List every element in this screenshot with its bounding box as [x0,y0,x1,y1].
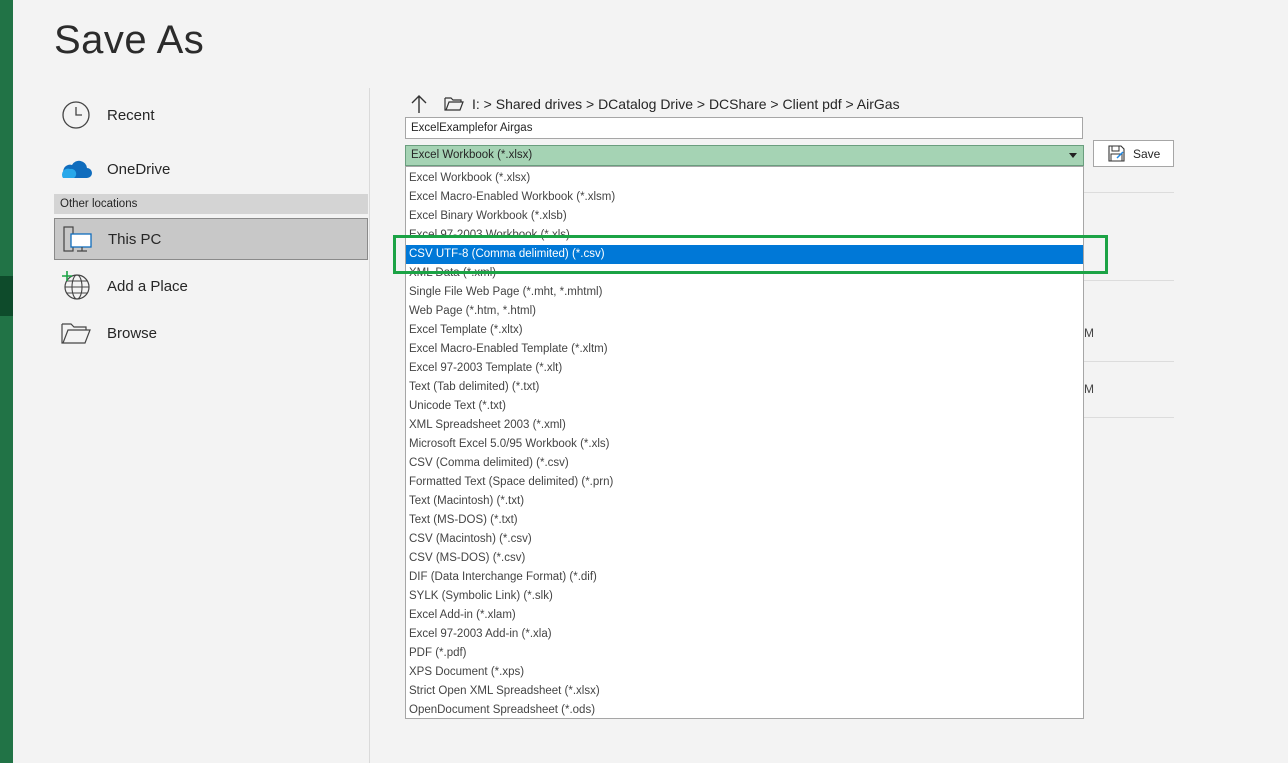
file-type-option[interactable]: DIF (Data Interchange Format) (*.dif) [406,568,1083,587]
breadcrumb-path[interactable]: I: > Shared drives > DCatalog Drive > DC… [472,96,900,112]
nav-item-browse[interactable]: Browse [54,312,368,354]
other-locations-heading: Other locations [54,194,368,214]
save-icon [1108,145,1125,162]
file-type-option[interactable]: Strict Open XML Spreadsheet (*.xlsx) [406,682,1083,701]
app-accent-strip [0,0,13,763]
file-type-option[interactable]: XPS Document (*.xps) [406,663,1083,682]
file-type-option[interactable]: Excel Binary Workbook (*.xlsb) [406,207,1083,226]
file-list-time-fragment: M [1084,382,1094,396]
file-type-option[interactable]: CSV UTF-8 (Comma delimited) (*.csv) [406,245,1083,264]
folder-open-icon [60,317,92,349]
file-list-time-fragment: M [1084,326,1094,340]
folder-icon [444,97,464,111]
page-title: Save As [54,18,205,62]
file-type-option[interactable]: OpenDocument Spreadsheet (*.ods) [406,701,1083,720]
file-type-option[interactable]: Excel Macro-Enabled Workbook (*.xlsm) [406,188,1083,207]
file-type-dropdown-list: Excel Workbook (*.xlsx) Excel Macro-Enabl… [405,166,1084,719]
file-type-option[interactable]: Excel 97-2003 Template (*.xlt) [406,359,1083,378]
file-list-divider [1084,417,1174,418]
file-type-option[interactable]: Excel Macro-Enabled Template (*.xltm) [406,340,1083,359]
file-type-option[interactable]: CSV (Comma delimited) (*.csv) [406,454,1083,473]
file-type-option[interactable]: Excel 97-2003 Add-in (*.xla) [406,625,1083,644]
file-type-option[interactable]: Excel Template (*.xltx) [406,321,1083,340]
file-type-option[interactable]: Web Page (*.htm, *.html) [406,302,1083,321]
chevron-down-icon[interactable] [1069,153,1077,158]
nav-label-onedrive: OneDrive [107,160,171,178]
file-type-option[interactable]: Excel 97-2003 Workbook (*.xls) [406,226,1083,245]
file-type-option[interactable]: CSV (Macintosh) (*.csv) [406,530,1083,549]
computer-icon [61,223,93,255]
nav-label-recent: Recent [107,106,155,124]
file-type-option[interactable]: Excel Workbook (*.xlsx) [406,169,1083,188]
file-type-option[interactable]: Single File Web Page (*.mht, *.mhtml) [406,283,1083,302]
file-type-option[interactable]: Text (Macintosh) (*.txt) [406,492,1083,511]
nav-label-browse: Browse [107,324,158,342]
filename-input[interactable]: ExcelExamplefor Airgas [405,117,1083,139]
file-type-option[interactable]: XML Data (*.xml) [406,264,1083,283]
file-type-option[interactable]: Text (MS-DOS) (*.txt) [406,511,1083,530]
save-button-label: Save [1133,146,1161,161]
nav-label-this-pc: This PC [108,230,162,248]
nav-label-add-place: Add a Place [107,277,188,295]
file-type-option[interactable]: Unicode Text (*.txt) [406,397,1083,416]
backstage-nav-selected-indicator [0,276,13,316]
nav-item-onedrive[interactable]: OneDrive [54,148,368,190]
file-type-option[interactable]: XML Spreadsheet 2003 (*.xml) [406,416,1083,435]
file-type-option[interactable]: Text (Tab delimited) (*.txt) [406,378,1083,397]
file-list-divider [1084,361,1174,362]
file-type-select[interactable]: Excel Workbook (*.xlsx) [405,145,1084,166]
file-type-option[interactable]: Excel Add-in (*.xlam) [406,606,1083,625]
file-type-option[interactable]: Formatted Text (Space delimited) (*.prn) [406,473,1083,492]
pane-divider [369,88,370,763]
file-type-selected: Excel Workbook (*.xlsx) [411,149,533,161]
file-type-option[interactable]: Microsoft Excel 5.0/95 Workbook (*.xls) [406,435,1083,454]
globe-add-icon [60,270,92,302]
cloud-icon [60,153,92,185]
file-type-option[interactable]: SYLK (Symbolic Link) (*.slk) [406,587,1083,606]
nav-item-add-place[interactable]: Add a Place [54,265,368,307]
file-type-option[interactable]: CSV (MS-DOS) (*.csv) [406,549,1083,568]
clock-icon [60,99,92,131]
arrow-up-icon[interactable] [408,93,430,115]
save-button[interactable]: Save [1093,140,1174,167]
breadcrumb: I: > Shared drives > DCatalog Drive > DC… [408,92,900,116]
nav-item-recent[interactable]: Recent [54,94,368,136]
file-type-option[interactable]: PDF (*.pdf) [406,644,1083,663]
nav-item-this-pc[interactable]: This PC [54,218,368,260]
file-list-divider [1084,192,1174,193]
file-list-divider [1084,280,1174,281]
